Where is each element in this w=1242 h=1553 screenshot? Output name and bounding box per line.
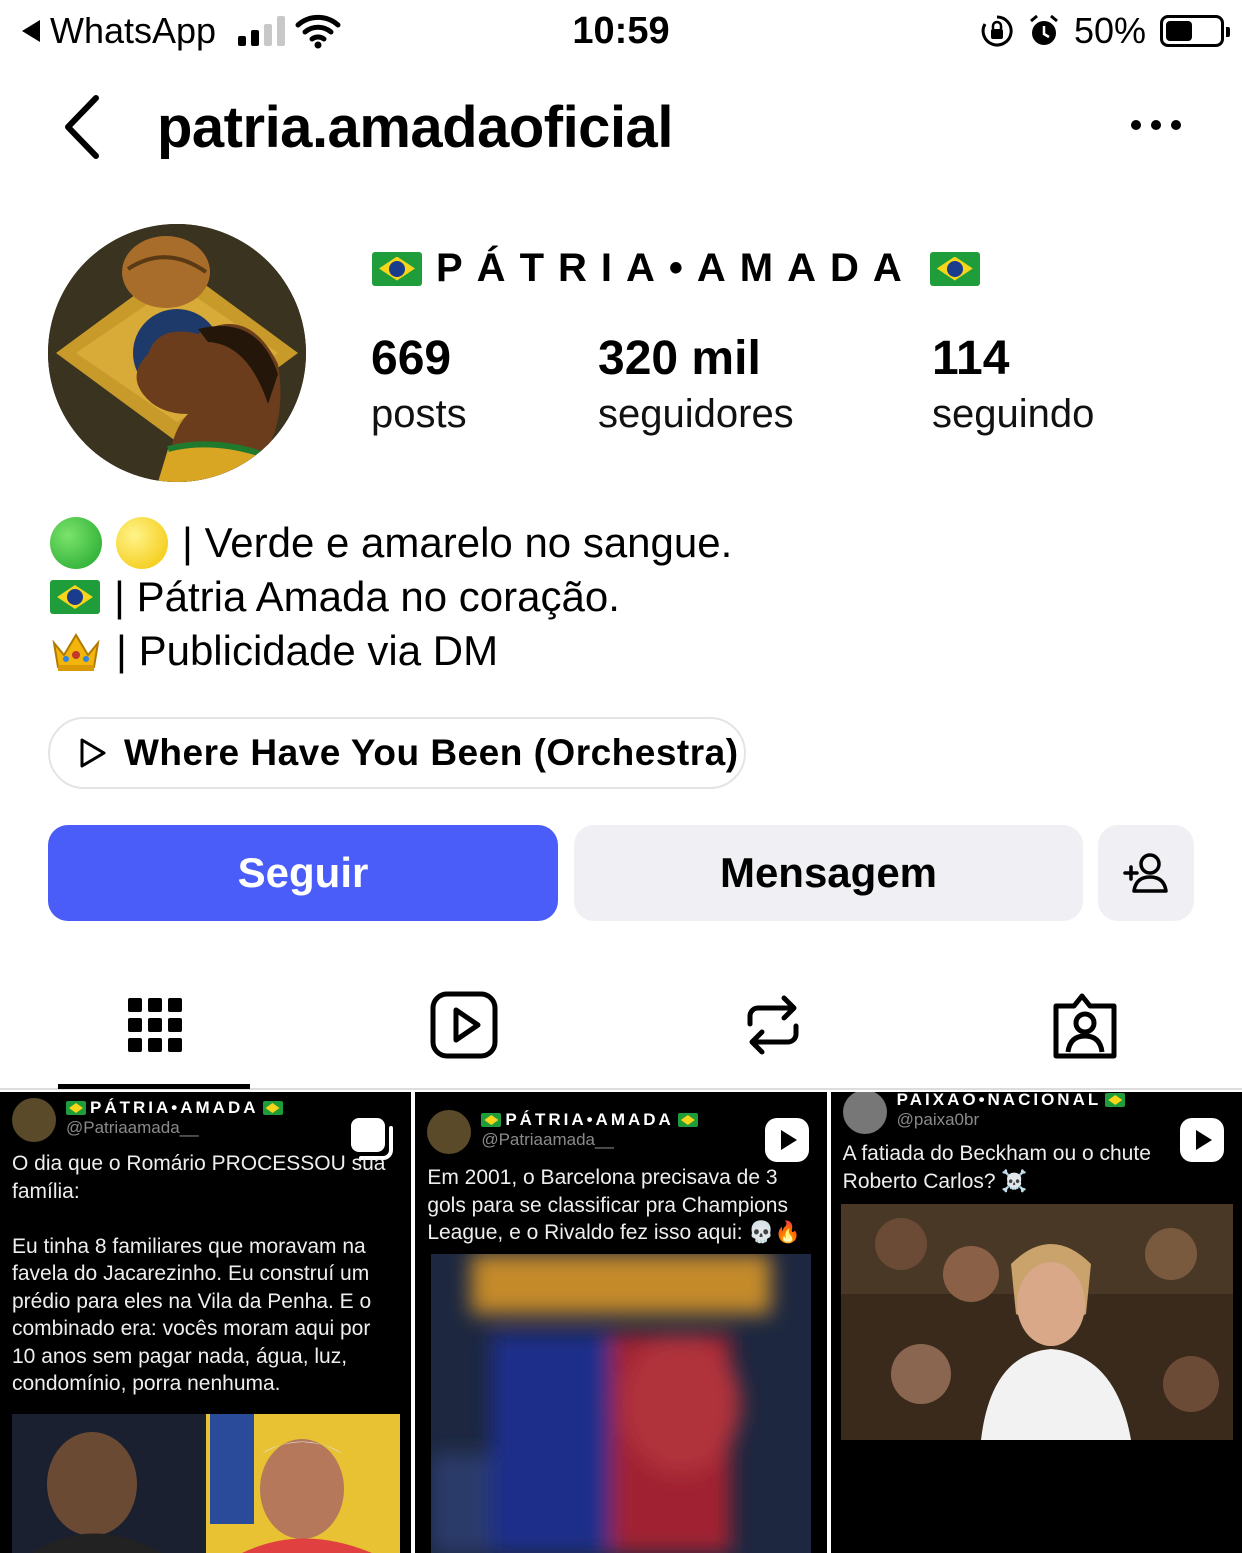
rotation-lock-icon bbox=[981, 15, 1013, 47]
status-right: 50% bbox=[980, 10, 1230, 52]
post-account-name: PAIXAO•NACIONAL bbox=[897, 1092, 1126, 1110]
post-photo bbox=[840, 1204, 1233, 1440]
bio-line: | Verde e amarelo no sangue. bbox=[50, 516, 732, 570]
status-bar: WhatsApp 10:59 50% bbox=[0, 0, 1242, 64]
stat-value: 320 mil bbox=[598, 332, 761, 385]
bio-text: | Verde e amarelo no sangue. bbox=[182, 519, 733, 566]
bio-line: | Publicidade via DM bbox=[50, 624, 732, 678]
brazil-flag-icon bbox=[50, 580, 100, 614]
profile-bio: | Verde e amarelo no sangue. | Pátria Am… bbox=[50, 516, 732, 678]
back-chevron-icon[interactable] bbox=[56, 94, 116, 160]
profile-tabs bbox=[0, 960, 1242, 1090]
reel-play-icon bbox=[764, 1118, 809, 1162]
post-account-name: PÁTRIA•AMADA bbox=[481, 1110, 698, 1130]
display-name-text: PÁTRIA•AMADA bbox=[436, 246, 916, 290]
post-author: PÁTRIA•AMADA @Patriaamada__ bbox=[427, 1110, 698, 1154]
stat-followers[interactable]: 320 mil seguidores bbox=[598, 330, 794, 440]
brazil-flag-icon bbox=[262, 1101, 283, 1115]
reposts-icon[interactable] bbox=[738, 990, 808, 1060]
stat-label: seguidores bbox=[598, 392, 794, 436]
profile-header: patria.amadaoficial bbox=[0, 80, 1242, 176]
post-account-label: PÁTRIA•AMADA bbox=[505, 1110, 674, 1129]
post-account-label: PAIXAO•NACIONAL bbox=[896, 1092, 1102, 1109]
reels-icon[interactable] bbox=[429, 990, 499, 1060]
tagged-icon[interactable] bbox=[1050, 990, 1120, 1060]
stat-following[interactable]: 114 seguindo bbox=[932, 330, 1094, 440]
follow-button[interactable]: Seguir bbox=[48, 825, 558, 921]
post-author: PÁTRIA•AMADA @Patriaamada__ bbox=[12, 1098, 283, 1142]
profile-music-pill[interactable]: Where Have You Been (Orchestra) bbox=[48, 717, 746, 789]
post-text: O dia que o Romário PROCESSOU sua famíli… bbox=[12, 1152, 386, 1395]
post-text: Em 2001, o Barcelona precisava de 3 gols… bbox=[427, 1166, 801, 1244]
reel-play-icon bbox=[1179, 1118, 1224, 1162]
brazil-flag-icon bbox=[677, 1113, 698, 1127]
brazil-flag-icon bbox=[929, 251, 980, 286]
post-thumbnail[interactable]: PÁTRIA•AMADA @Patriaamada__ Em 2001, o B… bbox=[415, 1092, 827, 1553]
post-photo bbox=[431, 1254, 812, 1553]
yellow-circle-icon bbox=[116, 517, 168, 569]
suggested-users-button[interactable] bbox=[1098, 825, 1194, 921]
post-account-label: PÁTRIA•AMADA bbox=[90, 1098, 259, 1117]
brazil-flag-icon bbox=[1105, 1093, 1126, 1107]
brazil-flag-icon bbox=[481, 1113, 502, 1127]
crown-icon bbox=[52, 633, 100, 671]
mini-avatar bbox=[12, 1098, 56, 1142]
add-person-icon bbox=[1123, 853, 1168, 893]
message-button[interactable]: Mensagem bbox=[574, 825, 1083, 921]
bio-text: | Pátria Amada no coração. bbox=[114, 573, 620, 620]
bio-text: | Publicidade via DM bbox=[116, 627, 499, 674]
green-circle-icon bbox=[50, 517, 102, 569]
avatar-illustration bbox=[48, 224, 306, 482]
post-photo bbox=[12, 1414, 400, 1553]
play-outline-icon bbox=[80, 738, 106, 768]
post-handle: @Patriaamada__ bbox=[66, 1118, 199, 1137]
alarm-icon bbox=[1029, 14, 1058, 45]
active-tab-indicator bbox=[58, 1084, 250, 1089]
post-handle: @paixa0br bbox=[896, 1110, 980, 1129]
stat-value: 114 bbox=[932, 332, 1010, 385]
music-title: Where Have You Been (Orchestra) bbox=[124, 732, 739, 773]
brazil-flag-icon bbox=[66, 1101, 86, 1115]
post-text: A fatiada do Beckham ou o chute Roberto … bbox=[842, 1142, 1151, 1193]
mini-avatar bbox=[427, 1110, 472, 1154]
profile-username: patria.amadaoficial bbox=[157, 95, 673, 160]
display-name: PÁTRIA•AMADA bbox=[372, 246, 980, 291]
profile-avatar[interactable] bbox=[48, 224, 306, 482]
brazil-flag-icon bbox=[372, 251, 422, 286]
more-options-icon[interactable] bbox=[1126, 100, 1186, 150]
posts-grid: PÁTRIA•AMADA @Patriaamada__ O dia que o … bbox=[0, 1092, 1242, 1553]
post-handle: @Patriaamada__ bbox=[481, 1130, 614, 1149]
stat-label: posts bbox=[371, 392, 467, 436]
post-author: PAIXAO•NACIONAL @paixa0br bbox=[842, 1092, 1126, 1134]
post-thumbnail[interactable]: PAIXAO•NACIONAL @paixa0br A fatiada do B… bbox=[830, 1092, 1242, 1553]
stat-value: 669 bbox=[371, 332, 452, 385]
post-thumbnail[interactable]: PÁTRIA•AMADA @Patriaamada__ O dia que o … bbox=[0, 1092, 412, 1553]
grid-icon[interactable] bbox=[120, 990, 190, 1060]
battery-icon bbox=[1160, 15, 1230, 47]
bio-line: | Pátria Amada no coração. bbox=[50, 570, 732, 624]
stat-posts[interactable]: 669 posts bbox=[371, 330, 467, 440]
post-account-name: PÁTRIA•AMADA bbox=[66, 1098, 283, 1118]
battery-percent: 50% bbox=[1073, 10, 1146, 51]
stat-label: seguindo bbox=[932, 392, 1095, 436]
mini-avatar bbox=[842, 1092, 887, 1134]
